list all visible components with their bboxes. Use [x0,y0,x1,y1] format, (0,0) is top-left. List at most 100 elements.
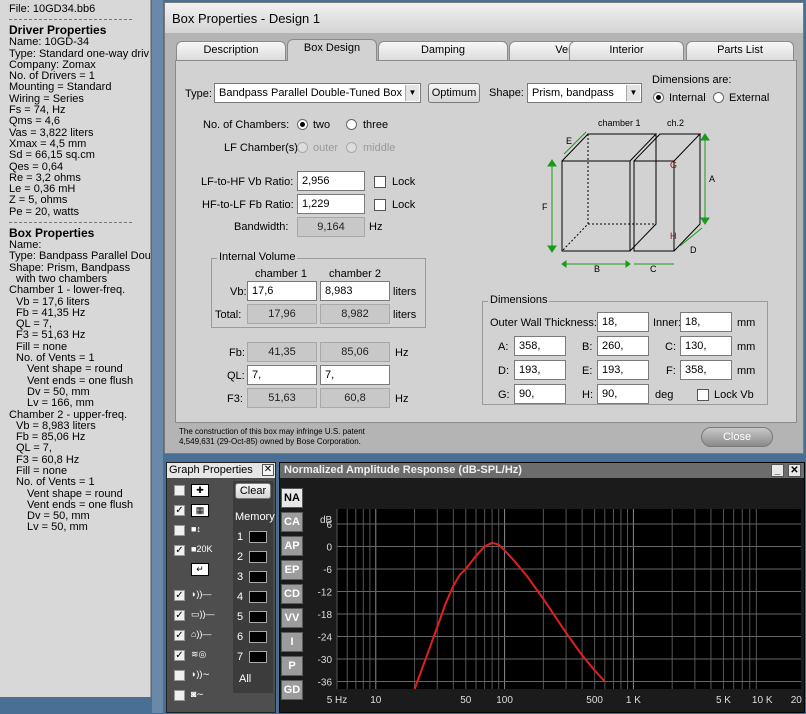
graph-type-p-button[interactable]: P [281,656,303,676]
dim-f-field-label: F: [666,365,676,377]
grid-checkbox[interactable]: ✓ [174,505,185,516]
vb1-input[interactable]: 17,6 [247,281,317,301]
graph-type-ep-button[interactable]: EP [281,560,303,580]
middle-radio[interactable] [346,142,357,153]
deg-unit: deg [655,389,674,401]
diagram-chamber1-label: chamber 1 [598,118,641,128]
memory-slot-7[interactable] [249,651,267,663]
y-tick-label: -36 [318,678,333,689]
tab-interior[interactable]: Interior [569,41,684,60]
close-icon[interactable]: ✕ [262,464,274,476]
memory-slot-5[interactable] [249,611,267,623]
export-icon[interactable]: ↵ [191,563,209,576]
tab-parts-list[interactable]: Parts List [686,41,794,60]
driver-curve-checkbox[interactable]: ✓ [174,590,185,601]
response-chart: dB60-6-12-18-24-30-365 Hz 10 50 100 500 1 K5 … [318,509,804,706]
graph-type-ca-button[interactable]: CA [281,512,303,532]
memory-all-button[interactable]: All [239,673,251,685]
tab-description[interactable]: Description [176,41,286,60]
f3-label: F3: [227,393,243,405]
total-icon: ◗))∼ [191,669,223,682]
memory-slot-5-label: 5 [237,611,244,623]
dim-d-input[interactable]: 193, [514,360,566,380]
port-curve-checkbox[interactable]: ✓ [174,610,185,621]
fb-ratio-input[interactable]: 1,229 [297,194,365,214]
graph-type-ap-button[interactable]: AP [281,536,303,556]
two-chambers-radio[interactable] [297,119,308,130]
total-curve-checkbox[interactable] [174,670,185,681]
fb-ratio-label: HF-to-LF Fb Ratio: [202,199,294,211]
tab-damping[interactable]: Damping [378,41,508,60]
dim-c-label: C [650,264,657,272]
ql2-input[interactable]: 7, [320,365,390,385]
graph-type-vv-button[interactable]: VV [281,608,303,628]
dim-e-input[interactable]: 193, [597,360,649,380]
room-icon: ⌂))— [191,629,223,642]
lock-vb-checkbox[interactable] [697,389,709,401]
memory-slot-1[interactable] [249,531,267,543]
memory-slot-2[interactable] [249,551,267,563]
dim-e-field-label: E: [582,365,593,377]
port-icon: ▭))— [191,609,223,622]
dim-c-input[interactable]: 130, [680,336,732,356]
y-tick-label: -24 [318,633,333,644]
graph-type-cd-button[interactable]: CD [281,584,303,604]
chevron-down-icon: ▼ [405,85,419,101]
shape-select[interactable]: Prism, bandpass ▼ [527,83,642,103]
dim-h-field-label: H: [582,389,593,401]
scale-checkbox[interactable] [174,525,185,536]
graph-type-gd-button[interactable]: GD [281,680,303,700]
room-curve-checkbox[interactable]: ✓ [174,630,185,641]
wall-thickness-input[interactable]: 18, [597,312,649,332]
graph-type-i-button[interactable]: I [281,632,303,652]
mm-unit: mm [737,365,756,377]
dim-h-input[interactable]: 90, [597,384,649,404]
type-select[interactable]: Bandpass Parallel Double-Tuned Box ▼ [214,83,421,103]
dim-f-input[interactable]: 358, [680,360,732,380]
dim-a-input[interactable]: 358, [514,336,566,356]
memory-slot-2-label: 2 [237,551,244,563]
chamber1-header: chamber 1 [255,268,307,280]
two-label: two [313,119,331,131]
dim-g-input[interactable]: 90, [514,384,566,404]
vb-ratio-input[interactable]: 2,956 [297,171,365,191]
outer-radio[interactable] [297,142,308,153]
memory-slot-4[interactable] [249,591,267,603]
chamber2-property: QL = 7, [16,442,52,455]
bandwidth-value: 9,164 [297,217,365,237]
close-button[interactable]: Close [701,427,773,447]
fb2-value: 85,06 [320,342,390,362]
impedance-curve-checkbox[interactable] [174,690,185,701]
clear-button[interactable]: Clear [235,483,271,499]
vent-curve-checkbox[interactable]: ✓ [174,650,185,661]
y-tick-label: -12 [318,588,333,599]
dim-f-label: F [542,202,548,212]
memory-slot-1-label: 1 [237,531,244,543]
optimum-button[interactable]: Optimum [428,83,480,103]
crosshair-checkbox[interactable] [174,485,185,496]
memory-column: Clear Memory 1 2 3 4 5 6 7 All [233,481,275,693]
three-chambers-radio[interactable] [346,119,357,130]
ql1-input[interactable]: 7, [247,365,317,385]
lock-vb-ratio-checkbox[interactable] [374,176,386,188]
graph-type-na-button[interactable]: NA [281,488,303,508]
dim-h-label: H [670,231,677,241]
tab-box-design[interactable]: Box Design [287,39,377,61]
inner-thickness-input[interactable]: 18, [680,312,732,332]
vent-icon: ≋◎ [191,649,223,662]
memory-slot-6-label: 6 [237,631,244,643]
vb-ratio-label: LF-to-HF Vb Ratio: [201,176,294,188]
memory-slot-3[interactable] [249,571,267,583]
internal-radio[interactable] [653,92,664,103]
range-checkbox[interactable]: ✓ [174,545,185,556]
lock-fb-ratio-checkbox[interactable] [374,199,386,211]
memory-slot-6[interactable] [249,631,267,643]
dim-b-input[interactable]: 260, [597,336,649,356]
external-radio[interactable] [713,92,724,103]
wall-thickness-label: Outer Wall Thickness: [490,317,597,329]
vb2-input[interactable]: 8,983 [320,281,390,301]
range-20k-label: 20K [196,544,213,554]
divider [9,19,132,21]
driver-properties-heading: Driver Properties [9,23,107,38]
graph-window: Normalized Amplitude Response (dB-SPL/Hz… [279,462,805,713]
